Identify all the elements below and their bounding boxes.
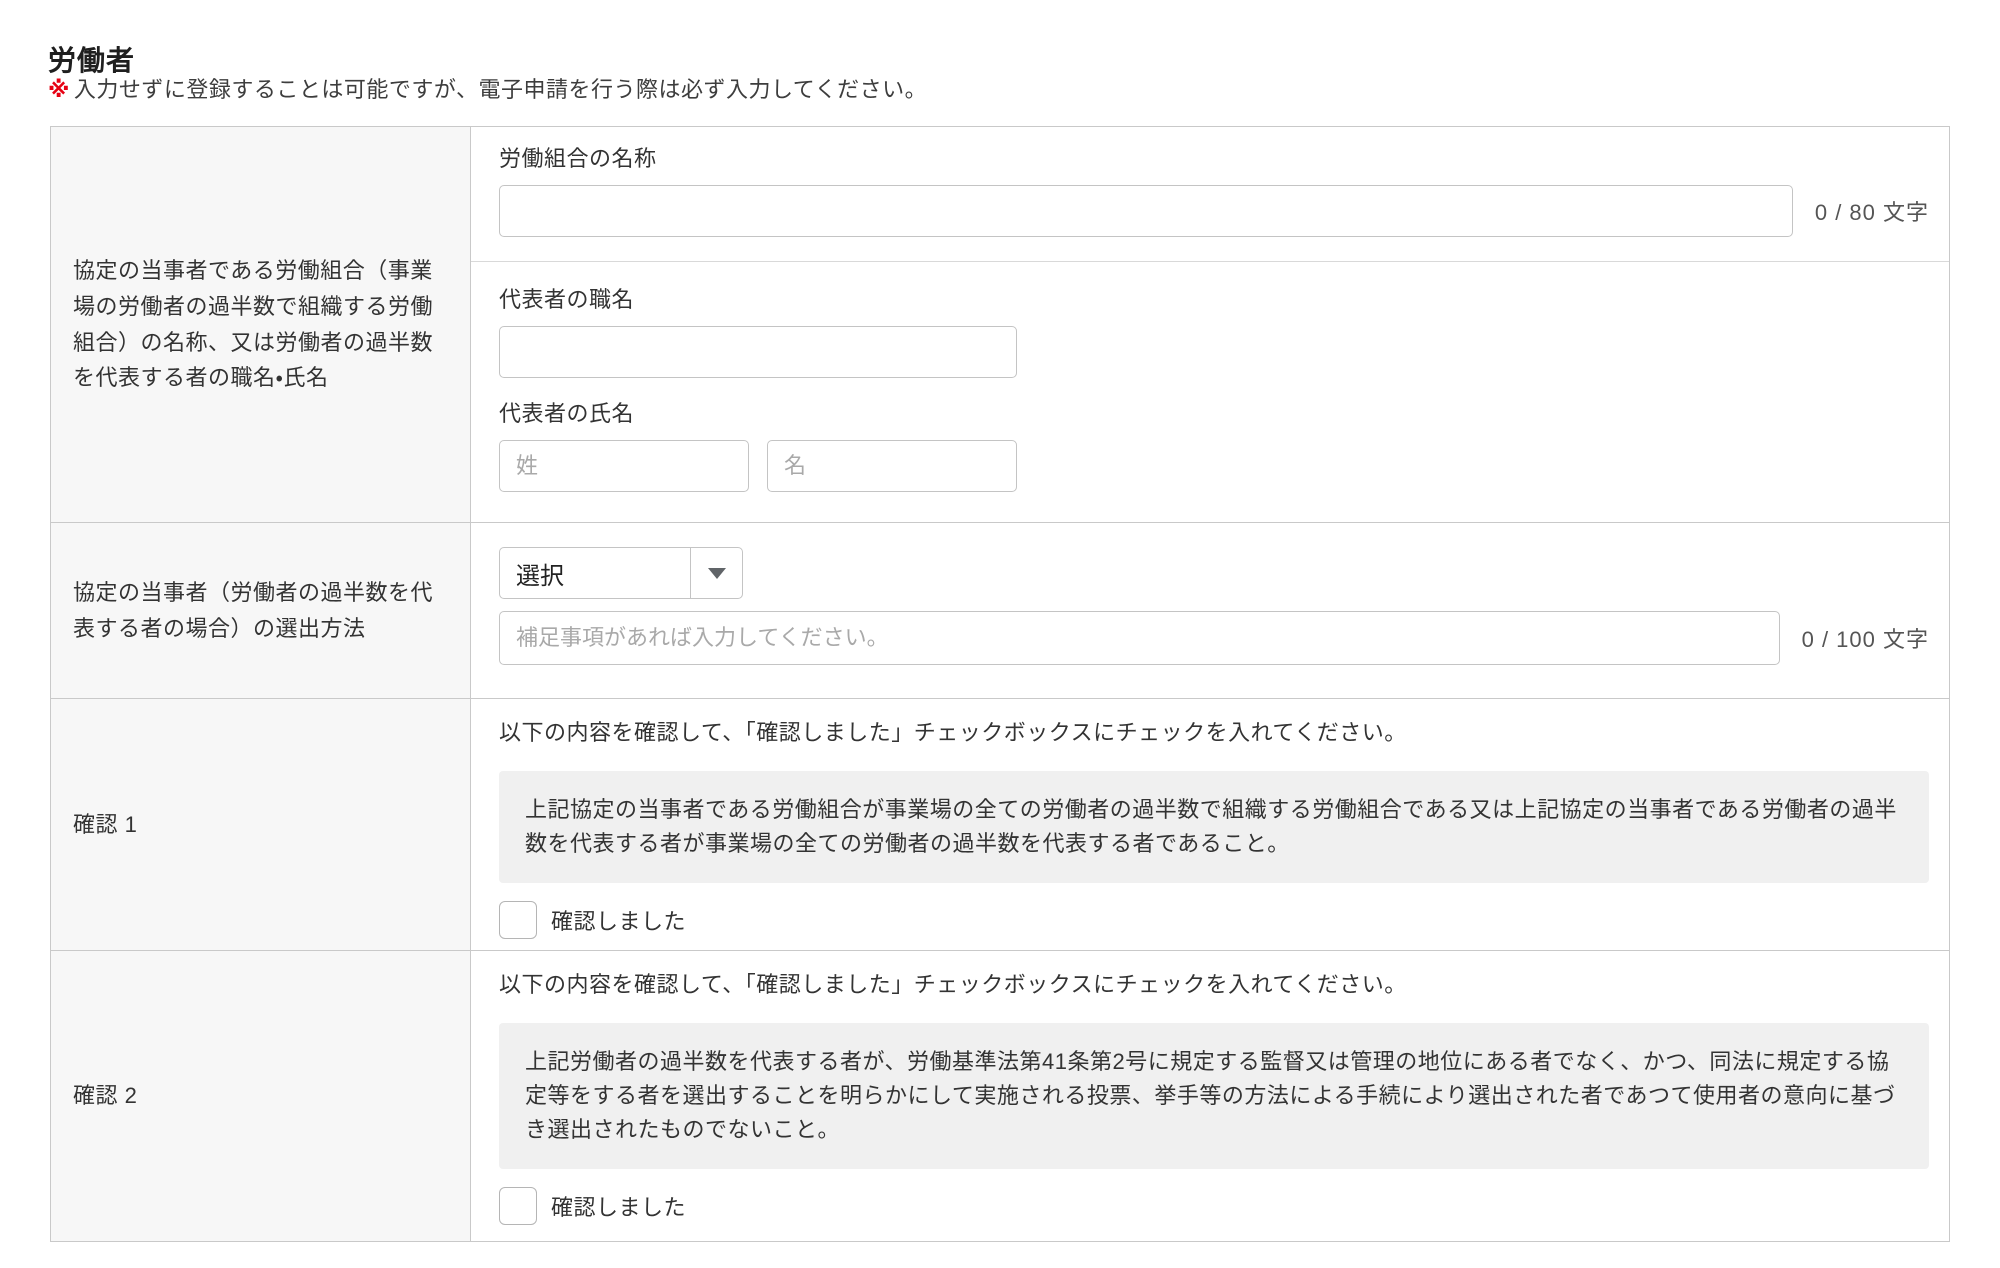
rep-name-input-row <box>499 440 1929 492</box>
row-header-label: 確認 1 <box>73 807 137 843</box>
selection-method-select-value: 選択 <box>500 548 690 598</box>
confirmation-1-intro: 以下の内容を確認して、「確認しました」チェックボックスにチェックを入れてください… <box>499 719 1929 747</box>
required-note-text: 入力せずに登録することは可能ですが、電子申請を行う際は必ず入力してください。 <box>74 77 927 102</box>
rep-last-name-input[interactable] <box>499 440 749 492</box>
row-confirmation-2: 確認 2 以下の内容を確認して、「確認しました」チェックボックスにチェックを入れ… <box>51 951 1949 1241</box>
confirmation-2-checkbox[interactable] <box>499 1187 537 1225</box>
row-header-union-or-representative: 協定の当事者である労働組合（事業場の労働者の過半数で組織する労働組合）の名称、又… <box>51 127 471 522</box>
union-name-char-counter: 0 / 80 文字 <box>1815 195 1929 227</box>
row-selection-method: 協定の当事者（労働者の過半数を代表する者の場合）の選出方法 選択 0 / 100… <box>51 523 1949 699</box>
row-content-selection-method: 選択 0 / 100 文字 <box>471 523 1949 698</box>
worker-form-table: 協定の当事者である労働組合（事業場の労働者の過半数で組織する労働組合）の名称、又… <box>50 126 1950 1242</box>
row-content-union-or-representative: 労働組合の名称 0 / 80 文字 代表者の職名 代表者の氏名 <box>471 127 1949 522</box>
confirmation-2-check-row: 確認しました <box>499 1187 1929 1225</box>
supplement-input[interactable] <box>499 611 1780 665</box>
asterisk-marker-icon: ※ <box>48 77 74 102</box>
confirmation-1-statement: 上記協定の当事者である労働組合が事業場の全ての労働者の過半数で組織する労働組合で… <box>499 771 1929 883</box>
confirmation-2-checkbox-label[interactable]: 確認しました <box>551 1190 686 1222</box>
union-name-input-row: 0 / 80 文字 <box>499 185 1929 237</box>
confirmation-1-check-row: 確認しました <box>499 901 1929 939</box>
row-union-or-representative: 協定の当事者である労働組合（事業場の労働者の過半数で組織する労働組合）の名称、又… <box>51 127 1949 523</box>
selection-method-select[interactable]: 選択 <box>499 547 743 599</box>
row-header-selection-method: 協定の当事者（労働者の過半数を代表する者の場合）の選出方法 <box>51 523 471 698</box>
union-name-label: 労働組合の名称 <box>499 145 1929 173</box>
worker-section-page: 労働者 ※入力せずに登録することは可能ですが、電子申請を行う際は必ず入力してくだ… <box>0 0 2000 1268</box>
confirmation-1-checkbox[interactable] <box>499 901 537 939</box>
rep-title-input-row <box>499 326 1929 378</box>
row-header-confirmation-2: 確認 2 <box>51 951 471 1241</box>
supplement-input-row: 0 / 100 文字 <box>499 611 1929 665</box>
rep-first-name-input[interactable] <box>767 440 1017 492</box>
row-header-confirmation-1: 確認 1 <box>51 699 471 950</box>
union-name-subsection: 労働組合の名称 0 / 80 文字 <box>471 127 1949 262</box>
chevron-down-icon <box>690 548 742 598</box>
row-content-confirmation-2: 以下の内容を確認して、「確認しました」チェックボックスにチェックを入れてください… <box>471 951 1949 1241</box>
row-header-label: 協定の当事者である労働組合（事業場の労働者の過半数で組織する労働組合）の名称、又… <box>73 253 450 396</box>
confirmation-1-checkbox-label[interactable]: 確認しました <box>551 904 686 936</box>
representative-subsection: 代表者の職名 代表者の氏名 <box>471 262 1949 492</box>
rep-title-label: 代表者の職名 <box>499 286 1929 314</box>
confirmation-2-intro: 以下の内容を確認して、「確認しました」チェックボックスにチェックを入れてください… <box>499 971 1929 999</box>
row-header-label: 協定の当事者（労働者の過半数を代表する者の場合）の選出方法 <box>73 575 450 646</box>
rep-name-label: 代表者の氏名 <box>499 400 1929 428</box>
row-confirmation-1: 確認 1 以下の内容を確認して、「確認しました」チェックボックスにチェックを入れ… <box>51 699 1949 951</box>
row-header-label: 確認 2 <box>73 1078 137 1114</box>
union-name-input[interactable] <box>499 185 1793 237</box>
required-note: ※入力せずに登録することは可能ですが、電子申請を行う際は必ず入力してください。 <box>48 72 927 104</box>
confirmation-2-statement: 上記労働者の過半数を代表する者が、労働基準法第41条第2号に規定する監督又は管理… <box>499 1023 1929 1169</box>
rep-title-input[interactable] <box>499 326 1017 378</box>
row-content-confirmation-1: 以下の内容を確認して、「確認しました」チェックボックスにチェックを入れてください… <box>471 699 1949 950</box>
supplement-char-counter: 0 / 100 文字 <box>1802 622 1929 654</box>
